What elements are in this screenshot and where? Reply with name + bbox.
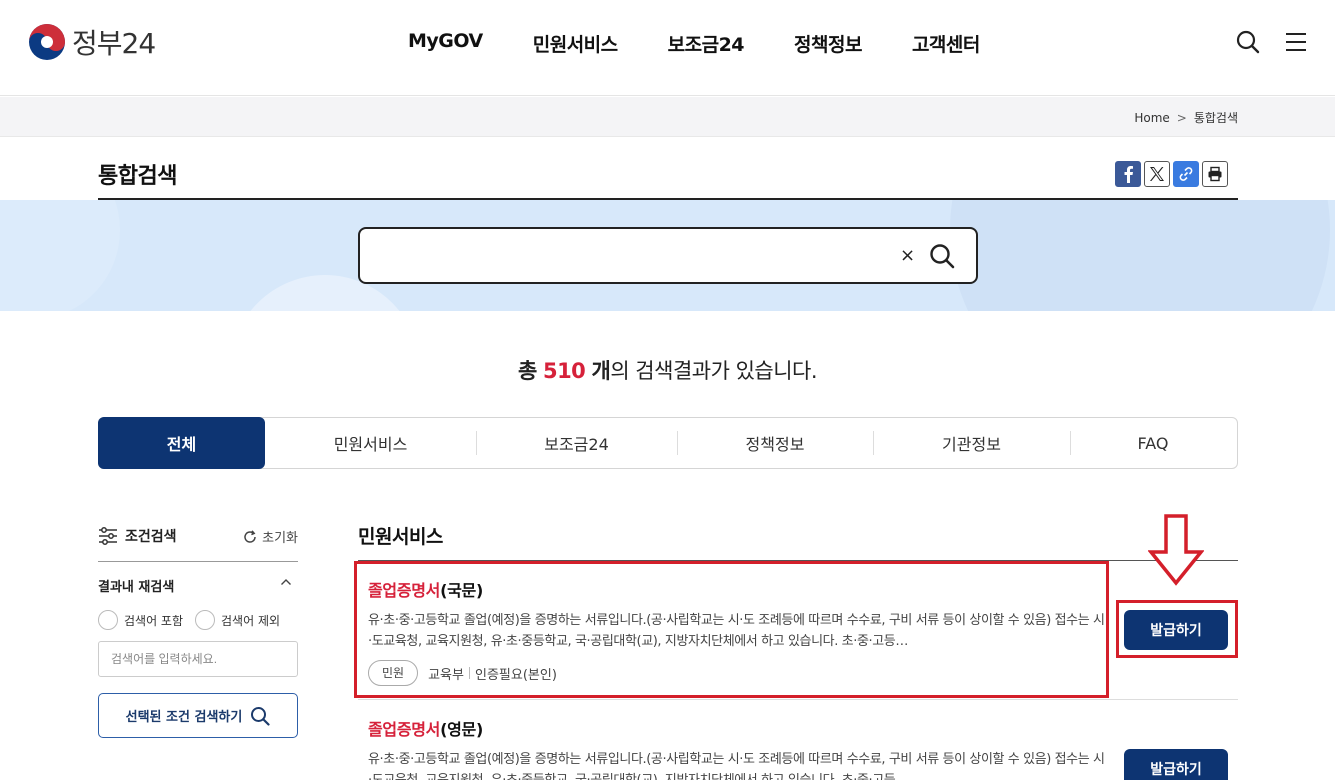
exclude-keyword-label: 검색어 제외	[221, 613, 281, 628]
issue-button[interactable]: 발급하기	[1124, 749, 1228, 780]
tab-civil-service[interactable]: 민원서비스	[265, 418, 476, 468]
result-count: 총 510 개의 검색결과가 있습니다.	[0, 355, 1335, 385]
nav-subsidy24[interactable]: 보조금24	[668, 30, 745, 57]
page-title: 통합검색	[98, 164, 177, 189]
tab-policy-info[interactable]: 정책정보	[677, 418, 873, 468]
filter-header: 조건검색 초기화	[98, 524, 298, 562]
search-banner: ×	[0, 200, 1335, 311]
breadcrumb-bar: Home > 통합검색	[0, 97, 1335, 137]
breadcrumb-separator: >	[1176, 110, 1187, 125]
include-keyword-radio[interactable]	[98, 610, 118, 630]
refine-options: 검색어 포함 검색어 제외	[98, 610, 292, 630]
search-icon	[251, 706, 270, 726]
site-header: 정부24 MyGOV 민원서비스 보조금24 정책정보 고객센터	[0, 0, 1335, 96]
result-count-suffix: 의 검색결과가 있습니다.	[610, 359, 818, 383]
filter-title-text: 조건검색	[125, 529, 177, 545]
facebook-icon	[1124, 166, 1133, 183]
breadcrumb-current: 통합검색	[1193, 111, 1238, 125]
filter-title: 조건검색	[98, 526, 177, 546]
nav-mygov[interactable]: MyGOV	[408, 30, 483, 57]
refresh-icon	[244, 529, 256, 543]
main-navigation: MyGOV 민원서비스 보조금24 정책정보 고객센터	[408, 30, 1030, 57]
taegeuk-logo-icon	[29, 24, 65, 60]
clear-search-button[interactable]: ×	[900, 245, 915, 266]
reset-label: 초기화	[262, 531, 298, 546]
reset-button[interactable]: 초기화	[242, 527, 298, 546]
result-title-rest: (영문)	[440, 720, 483, 739]
copy-link-button[interactable]	[1173, 161, 1199, 187]
nav-customer-center[interactable]: 고객센터	[912, 30, 980, 57]
result-title-highlight: 졸업증명서	[368, 720, 441, 739]
tab-all[interactable]: 전체	[98, 417, 265, 469]
tab-subsidy24[interactable]: 보조금24	[476, 418, 677, 468]
apply-conditions-label: 선택된 조건 검색하기	[125, 710, 243, 725]
apply-conditions-button[interactable]: 선택된 조건 검색하기	[98, 693, 298, 738]
result-item: 졸업증명서(영문) 유·초·중·고등학교 졸업(예정)을 증명하는 서류입니다.…	[368, 716, 1108, 780]
result-description: 유·초·중·고등학교 졸업(예정)을 증명하는 서류입니다.(공·사립학교는 시…	[368, 752, 1105, 780]
exclude-keyword-radio[interactable]	[195, 610, 216, 630]
result-divider	[358, 699, 1238, 700]
search-submit-icon[interactable]	[928, 242, 956, 270]
refine-keyword-input[interactable]	[98, 641, 298, 677]
annotation-highlight-box	[1116, 600, 1238, 658]
section-title: 민원서비스	[358, 526, 443, 548]
print-icon	[1208, 166, 1222, 182]
link-icon	[1179, 167, 1193, 181]
breadcrumb: Home > 통합검색	[1134, 109, 1238, 126]
tab-faq[interactable]: FAQ	[1070, 418, 1236, 468]
result-title[interactable]: 졸업증명서(영문)	[368, 716, 1108, 740]
breadcrumb-home[interactable]: Home	[1134, 111, 1169, 125]
print-button[interactable]	[1202, 161, 1228, 187]
refine-search-header[interactable]: 결과내 재검색	[98, 576, 298, 595]
chevron-up-icon	[281, 579, 291, 585]
annotation-down-arrow-icon	[1148, 514, 1204, 586]
menu-icon[interactable]	[1285, 31, 1307, 53]
sliders-icon	[99, 527, 117, 545]
result-count-unit: 개	[591, 359, 611, 383]
nav-civil-service[interactable]: 민원서비스	[533, 30, 618, 57]
x-icon	[1150, 167, 1164, 181]
facebook-share-button[interactable]	[1115, 161, 1141, 187]
result-tabs: 전체 민원서비스 보조금24 정책정보 기관정보 FAQ	[98, 417, 1238, 469]
logo-text: 정부24	[72, 27, 156, 60]
banner-decoration	[950, 200, 1330, 311]
site-logo[interactable]: 정부24	[28, 22, 156, 62]
search-box: ×	[358, 227, 978, 284]
nav-policy-info[interactable]: 정책정보	[794, 30, 862, 57]
search-icon[interactable]	[1236, 30, 1260, 54]
tab-agency-info[interactable]: 기관정보	[873, 418, 1070, 468]
banner-decoration	[0, 200, 120, 311]
annotation-highlight-box	[354, 561, 1109, 698]
share-toolbar	[1115, 161, 1231, 187]
result-count-prefix: 총	[517, 359, 537, 383]
search-input[interactable]	[374, 239, 874, 273]
x-share-button[interactable]	[1144, 161, 1170, 187]
refine-search-title: 결과내 재검색	[98, 580, 175, 595]
include-keyword-label: 검색어 포함	[124, 613, 184, 628]
result-count-number: 510	[542, 359, 586, 383]
